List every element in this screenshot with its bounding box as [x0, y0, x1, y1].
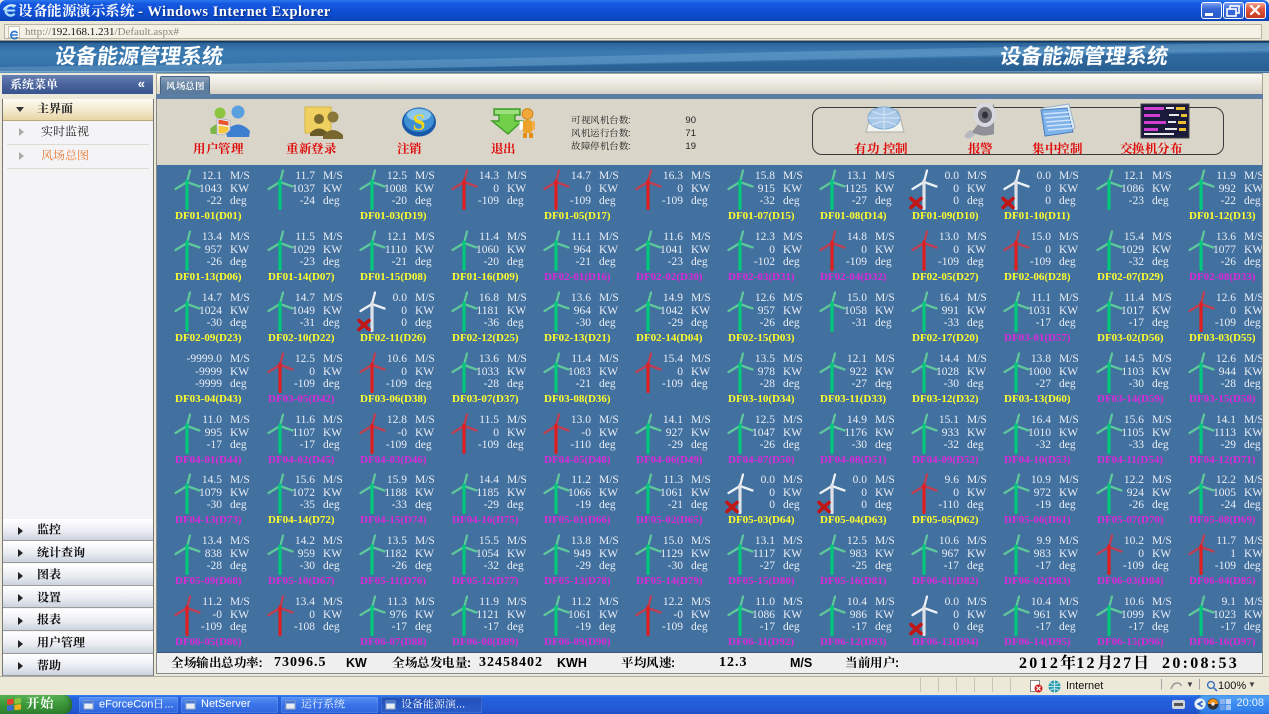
- svg-text:S: S: [413, 110, 426, 135]
